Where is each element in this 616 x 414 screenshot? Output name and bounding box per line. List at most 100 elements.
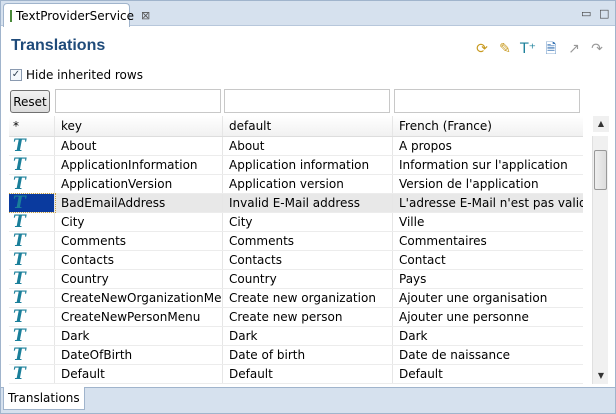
text-type-cell: T bbox=[9, 136, 55, 156]
toolbar: ⟳ ✎ T⁺ 🗎 ↗ ↷ bbox=[474, 41, 605, 57]
french-cell[interactable]: Commentaires bbox=[393, 232, 583, 250]
translations-table: * key default French (France) T About Abou… bbox=[9, 116, 583, 384]
default-cell[interactable]: Contacts bbox=[223, 251, 393, 269]
table-row[interactable]: T Country Country Pays bbox=[9, 269, 583, 289]
text-type-cell: T bbox=[9, 269, 55, 289]
new-document-icon[interactable]: 🗎 bbox=[543, 41, 559, 57]
scroll-down-icon[interactable]: ▼ bbox=[593, 368, 609, 384]
text-type-cell: T bbox=[9, 155, 55, 175]
tab-title: TextProviderService bbox=[16, 8, 135, 23]
table-row[interactable]: T City City Ville bbox=[9, 212, 583, 232]
tab-bar: TextProviderService ⊠ ▭ □ bbox=[1, 1, 615, 27]
maximize-icon[interactable]: □ bbox=[599, 7, 610, 20]
table-row[interactable]: T BadEmailAddress Invalid E-Mail address L'… bbox=[9, 193, 583, 213]
table-row[interactable]: T Contacts Contacts Contact bbox=[9, 250, 583, 270]
default-cell[interactable]: Create new organization bbox=[223, 289, 393, 307]
default-cell[interactable]: Country bbox=[223, 270, 393, 288]
table-row[interactable]: T Dark Dark Dark bbox=[9, 326, 583, 346]
scrollbar-thumb[interactable] bbox=[594, 150, 607, 190]
hide-inherited-checkbox[interactable]: ✓ Hide inherited rows bbox=[10, 68, 143, 82]
bottom-tab-bar: Translations bbox=[1, 387, 615, 413]
text-type-cell: T bbox=[9, 212, 55, 232]
key-cell[interactable]: Dark bbox=[55, 327, 223, 345]
text-type-cell: T bbox=[9, 307, 55, 327]
table-row[interactable]: T CreateNewOrganizationMe... Create new or… bbox=[9, 288, 583, 308]
filter-french-input[interactable] bbox=[394, 89, 580, 113]
column-header-star[interactable]: * bbox=[9, 116, 55, 136]
default-cell[interactable]: City bbox=[223, 213, 393, 231]
key-cell[interactable]: DateOfBirth bbox=[55, 346, 223, 364]
filter-key-input[interactable] bbox=[55, 89, 221, 113]
french-cell[interactable]: Pays bbox=[393, 270, 583, 288]
close-icon[interactable]: ⊠ bbox=[141, 9, 150, 22]
french-cell[interactable]: Ajouter une organisation bbox=[393, 289, 583, 307]
key-cell[interactable]: ApplicationVersion bbox=[55, 175, 223, 193]
table-row[interactable]: T About About A propos bbox=[9, 136, 583, 156]
default-cell[interactable]: About bbox=[223, 137, 393, 155]
minimize-icon[interactable]: ▭ bbox=[581, 7, 592, 20]
filter-default-input[interactable] bbox=[224, 89, 390, 113]
table-row[interactable]: T Default Default Default bbox=[9, 364, 583, 384]
text-t-icon: T bbox=[13, 345, 26, 365]
french-cell[interactable]: A propos bbox=[393, 137, 583, 155]
hide-inherited-label: Hide inherited rows bbox=[26, 68, 143, 82]
key-cell[interactable]: CreateNewPersonMenu bbox=[55, 308, 223, 326]
french-cell[interactable]: L'adresse E-Mail n'est pas valide bbox=[393, 194, 583, 212]
table-row[interactable]: T CreateNewPersonMenu Create new person Ajo… bbox=[9, 307, 583, 327]
french-cell[interactable]: Default bbox=[393, 365, 583, 383]
table-row[interactable]: T DateOfBirth Date of birth Date de naissan… bbox=[9, 345, 583, 365]
refresh-icon[interactable]: ⟳ bbox=[474, 41, 490, 57]
default-cell[interactable]: Invalid E-Mail address bbox=[223, 194, 393, 212]
key-cell[interactable]: About bbox=[55, 137, 223, 155]
tab-translations[interactable]: Translations bbox=[3, 387, 85, 410]
key-cell[interactable]: Country bbox=[55, 270, 223, 288]
key-cell[interactable]: CreateNewOrganizationMe... bbox=[55, 289, 223, 307]
text-t-icon: T bbox=[13, 307, 26, 327]
french-cell[interactable]: Date de naissance bbox=[393, 346, 583, 364]
editor-icon bbox=[10, 9, 12, 22]
french-cell[interactable]: Dark bbox=[393, 327, 583, 345]
table-row[interactable]: T ApplicationVersion Application version Ve… bbox=[9, 174, 583, 194]
tab-text-provider-service[interactable]: TextProviderService ⊠ bbox=[3, 3, 150, 27]
french-cell[interactable]: Ville bbox=[393, 213, 583, 231]
text-type-cell: T bbox=[9, 193, 56, 213]
french-cell[interactable]: Contact bbox=[393, 251, 583, 269]
key-cell[interactable]: Default bbox=[55, 365, 223, 383]
default-cell[interactable]: Default bbox=[223, 365, 393, 383]
add-text-icon[interactable]: T⁺ bbox=[520, 41, 536, 57]
column-header-key[interactable]: key bbox=[55, 116, 223, 136]
checkbox-icon[interactable]: ✓ bbox=[10, 69, 22, 81]
table-row[interactable]: T ApplicationInformation Application infor… bbox=[9, 155, 583, 175]
column-header-french[interactable]: French (France) bbox=[393, 116, 583, 136]
default-cell[interactable]: Comments bbox=[223, 232, 393, 250]
text-t-icon: T bbox=[13, 174, 26, 194]
default-cell[interactable]: Application version bbox=[223, 175, 393, 193]
french-cell[interactable]: Version de l'application bbox=[393, 175, 583, 193]
table-row[interactable]: T Comments Comments Commentaires bbox=[9, 231, 583, 251]
column-header-default[interactable]: default bbox=[223, 116, 393, 136]
key-cell[interactable]: BadEmailAddress bbox=[55, 194, 223, 212]
reset-button[interactable]: Reset bbox=[10, 90, 50, 113]
default-cell[interactable]: Dark bbox=[223, 327, 393, 345]
text-t-icon: T bbox=[13, 288, 26, 308]
french-cell[interactable]: Information sur l'application bbox=[393, 156, 583, 174]
french-cell[interactable]: Ajouter une personne bbox=[393, 308, 583, 326]
text-t-icon: T bbox=[13, 269, 26, 289]
vertical-scrollbar[interactable]: ▲ ▼ bbox=[592, 116, 609, 384]
scroll-up-icon[interactable]: ▲ bbox=[593, 116, 609, 132]
text-type-cell: T bbox=[9, 231, 55, 251]
key-cell[interactable]: ApplicationInformation bbox=[55, 156, 223, 174]
text-t-icon: T bbox=[13, 326, 26, 346]
key-cell[interactable]: Comments bbox=[55, 232, 223, 250]
text-type-cell: T bbox=[9, 364, 55, 384]
key-cell[interactable]: City bbox=[55, 213, 223, 231]
default-cell[interactable]: Date of birth bbox=[223, 346, 393, 364]
table-header: * key default French (France) bbox=[9, 116, 583, 137]
text-type-cell: T bbox=[9, 174, 55, 194]
default-cell[interactable]: Application information bbox=[223, 156, 393, 174]
export-icon[interactable]: ↗ bbox=[566, 41, 582, 57]
edit-icon[interactable]: ✎ bbox=[497, 41, 513, 57]
default-cell[interactable]: Create new person bbox=[223, 308, 393, 326]
redo-icon[interactable]: ↷ bbox=[589, 41, 605, 57]
key-cell[interactable]: Contacts bbox=[55, 251, 223, 269]
